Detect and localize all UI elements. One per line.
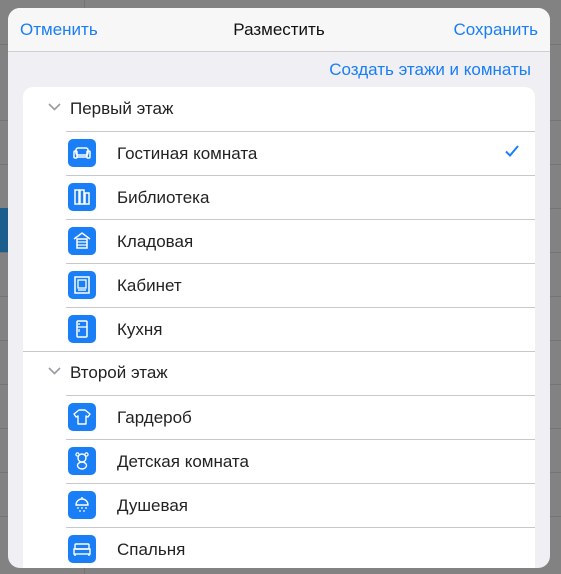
room-row-kids-room[interactable]: Детская комната	[23, 439, 535, 483]
room-row-wardrobe[interactable]: Гардероб	[23, 395, 535, 439]
shower-icon	[68, 491, 96, 519]
navigation-bar: Отменить Разместить Сохранить	[8, 8, 550, 52]
shirt-icon	[68, 403, 96, 431]
section-title: Первый этаж	[70, 99, 174, 118]
fridge-icon	[68, 315, 96, 343]
teddy-bear-icon	[68, 447, 96, 475]
bed-icon	[68, 535, 96, 563]
books-icon	[68, 183, 96, 211]
room-row-bedroom[interactable]: Спальня	[23, 527, 535, 568]
place-popover: Отменить Разместить Сохранить Создать эт…	[8, 8, 550, 568]
room-label: Кабинет	[117, 276, 182, 295]
room-label: Кладовая	[117, 232, 194, 251]
room-label: Спальня	[117, 540, 186, 559]
row-divider	[66, 263, 535, 264]
room-label: Кухня	[117, 320, 163, 339]
room-row-office[interactable]: Кабинет	[23, 263, 535, 307]
row-divider	[23, 351, 535, 352]
room-label: Детская комната	[117, 452, 249, 471]
bg-selected-row	[0, 208, 8, 252]
room-label: Гостиная комната	[117, 144, 258, 163]
row-divider	[66, 527, 535, 528]
section-header-second-floor[interactable]: Второй этаж	[23, 351, 535, 395]
section-header-first-floor[interactable]: Первый этаж	[23, 87, 535, 131]
rooms-list: Первый этаж Гостиная комната Библиотека	[23, 87, 535, 568]
create-floors-rooms-link[interactable]: Создать этажи и комнаты	[329, 60, 531, 80]
row-divider	[66, 439, 535, 440]
row-divider	[66, 219, 535, 220]
room-label: Душевая	[117, 496, 188, 515]
sofa-icon	[68, 139, 96, 167]
room-row-living-room[interactable]: Гостиная комната	[23, 131, 535, 175]
room-row-storage[interactable]: Кладовая	[23, 219, 535, 263]
row-divider	[66, 395, 535, 396]
chevron-down-icon	[48, 103, 61, 111]
save-button[interactable]: Сохранить	[454, 20, 538, 40]
row-divider	[66, 307, 535, 308]
storage-icon	[68, 227, 96, 255]
room-row-kitchen[interactable]: Кухня	[23, 307, 535, 351]
office-icon	[68, 271, 96, 299]
room-row-library[interactable]: Библиотека	[23, 175, 535, 219]
room-label: Библиотека	[117, 188, 210, 207]
room-label: Гардероб	[117, 408, 192, 427]
row-divider	[66, 175, 535, 176]
section-title: Второй этаж	[70, 363, 168, 382]
room-row-shower[interactable]: Душевая	[23, 483, 535, 527]
chevron-down-icon	[48, 367, 61, 375]
row-divider	[66, 131, 535, 132]
checkmark-icon	[505, 145, 519, 157]
row-divider	[66, 483, 535, 484]
